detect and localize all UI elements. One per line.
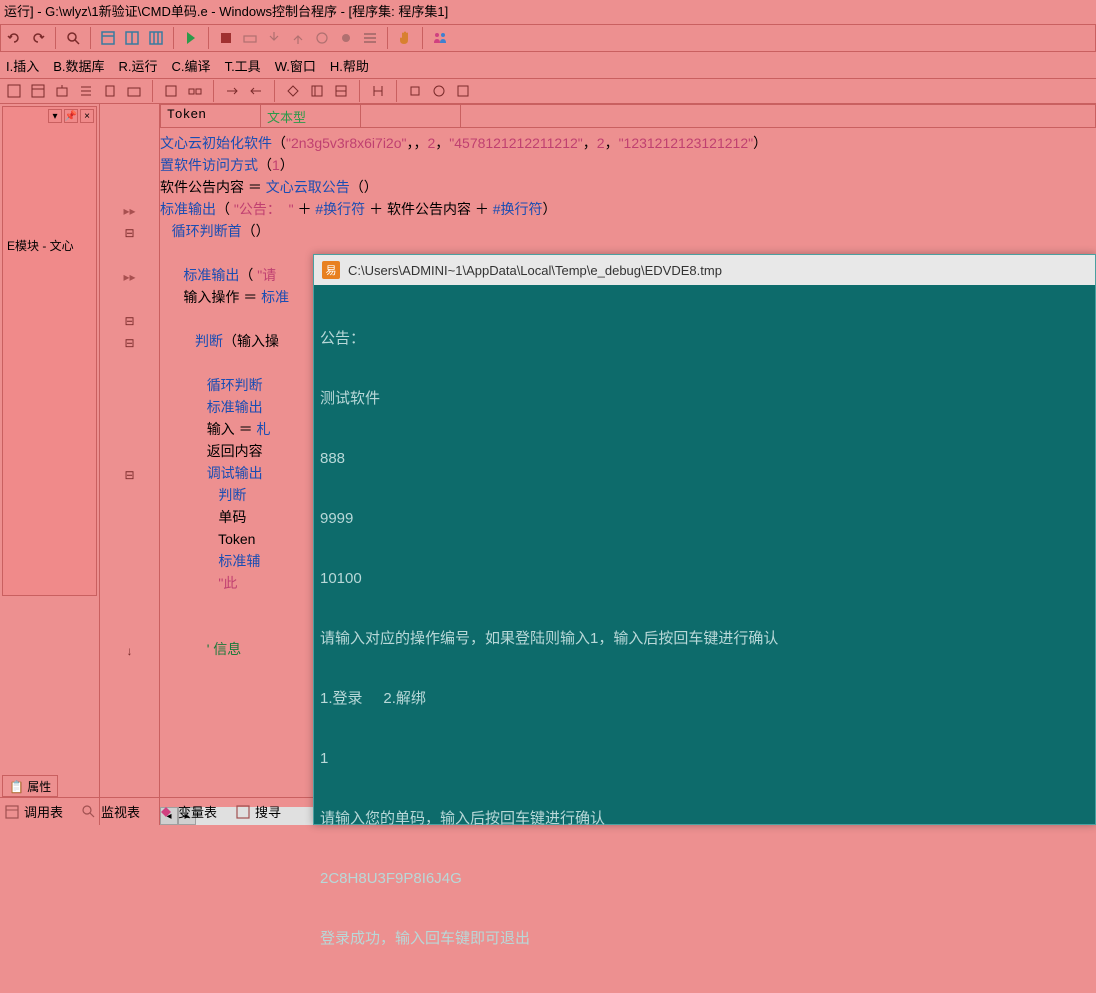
gutter-fold-icon[interactable]: ⊟ [124,314,134,328]
tb2-10-icon[interactable] [246,81,266,101]
tb2-17-icon[interactable] [453,81,473,101]
menu-help[interactable]: H.帮助 [330,56,369,75]
tb2-11-icon[interactable] [283,81,303,101]
tb2-6-icon[interactable] [124,81,144,101]
console-app-icon: 易 [322,261,340,279]
gutter-arrow-icon: ▸▸ [123,204,135,218]
console-titlebar[interactable]: 易 C:\Users\ADMINI~1\AppData\Local\Temp\e… [314,255,1095,285]
tb2-14-icon[interactable] [368,81,388,101]
menu-insert[interactable]: I.插入 [6,56,39,75]
var-empty [461,105,1095,127]
left-sidebar: ▾ 📌 × E模块 - 文心 📋 属性 [0,104,100,825]
bp-list-icon[interactable] [359,27,381,49]
tab-vars[interactable]: 变量表 [158,802,217,821]
gutter-down-icon: ↓ [127,644,133,658]
code-gutter: ▸▸ ⊟ ▸▸ ⊟ ⊟ ⊟ ↓ [100,104,160,825]
step-icon[interactable] [311,27,333,49]
hand-icon[interactable] [394,27,416,49]
tb2-12-icon[interactable] [307,81,327,101]
panel-pin-icon[interactable]: 📌 [64,109,78,123]
tb2-15-icon[interactable] [405,81,425,101]
gutter-fold-icon[interactable]: ⊟ [124,468,134,482]
var-type: 文本型 [261,105,361,127]
tb2-13-icon[interactable] [331,81,351,101]
title-bar: 运行] - G:\wlyz\1新验证\CMD单码.e - Windows控制台程… [0,0,1096,24]
undo-icon[interactable] [3,27,25,49]
breakpoint-icon[interactable] [335,27,357,49]
console-output: 公告： 测试软件 888 9999 10100 请输入对应的操作编号，如果登陆则… [314,285,1095,993]
tab-watch[interactable]: 监视表 [81,802,140,821]
var-empty [361,105,461,127]
project-panel: ▾ 📌 × E模块 - 文心 [2,106,97,596]
people-icon[interactable] [429,27,451,49]
menu-window[interactable]: W.窗口 [275,56,316,75]
gutter-fold-icon[interactable]: ⊟ [124,336,134,350]
tb2-2-icon[interactable] [28,81,48,101]
toolbar-main [0,24,1096,52]
tb2-1-icon[interactable] [4,81,24,101]
gutter-fold-icon[interactable]: ⊟ [124,226,134,240]
tb2-5-icon[interactable] [100,81,120,101]
var-name: Token [161,105,261,127]
step-out-icon[interactable] [287,27,309,49]
step-over-icon[interactable] [239,27,261,49]
layout3-icon[interactable] [145,27,167,49]
tb2-16-icon[interactable] [429,81,449,101]
console-window[interactable]: 易 C:\Users\ADMINI~1\AppData\Local\Temp\e… [313,254,1096,825]
tb2-4-icon[interactable] [76,81,96,101]
redo-icon[interactable] [27,27,49,49]
module-label: E模块 - 文心 [7,237,74,254]
menu-tools[interactable]: T.工具 [225,56,261,75]
tab-calltable[interactable]: 调用表 [4,802,63,821]
layout1-icon[interactable] [97,27,119,49]
find-icon[interactable] [62,27,84,49]
var-row: Token 文本型 [160,104,1096,128]
toolbar-secondary [0,78,1096,104]
panel-close-icon[interactable]: × [80,109,94,123]
menu-database[interactable]: B.数据库 [53,56,104,75]
stop-icon[interactable] [215,27,237,49]
run-icon[interactable] [180,27,202,49]
console-title: C:\Users\ADMINI~1\AppData\Local\Temp\e_d… [348,263,722,278]
tab-search[interactable]: 搜寻 [235,802,281,821]
tb2-7-icon[interactable] [161,81,181,101]
step-into-icon[interactable] [263,27,285,49]
tb2-8-icon[interactable] [185,81,205,101]
menu-compile[interactable]: C.编译 [172,56,211,75]
layout2-icon[interactable] [121,27,143,49]
tab-properties[interactable]: 📋 属性 [2,775,58,797]
tb2-9-icon[interactable] [222,81,242,101]
panel-dropdown-icon[interactable]: ▾ [48,109,62,123]
menu-run[interactable]: R.运行 [119,56,158,75]
tb2-3-icon[interactable] [52,81,72,101]
gutter-arrow-icon: ▸▸ [123,270,135,284]
menu-bar: I.插入 B.数据库 R.运行 C.编译 T.工具 W.窗口 H.帮助 [0,52,1096,78]
